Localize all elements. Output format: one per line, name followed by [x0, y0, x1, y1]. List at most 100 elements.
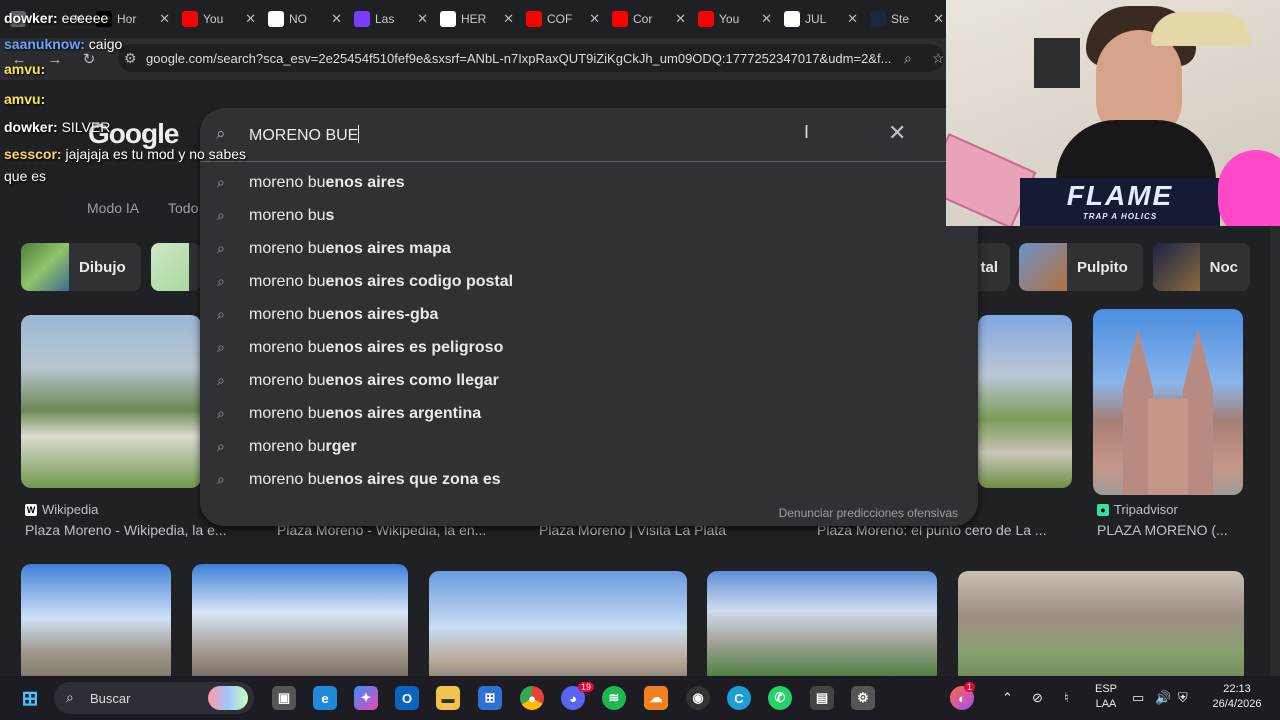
- security-icon[interactable]: ⛨: [1178, 690, 1188, 705]
- search-input[interactable]: MORENO BUE: [249, 125, 360, 145]
- chip-label: Pulpito: [1077, 258, 1128, 276]
- browser-tab[interactable]: Cor ✕: [606, 4, 692, 34]
- cloud-app-icon[interactable]: ☁: [644, 686, 668, 710]
- search-query-text: MORENO BUE: [249, 127, 359, 144]
- suggestion-item[interactable]: ⌕ moreno bu enos aires como llegar: [200, 364, 978, 397]
- chat-text: jajajaja es tu mod y no sabes: [65, 146, 247, 162]
- clock-time: 22:13: [1223, 683, 1251, 695]
- close-tab-icon[interactable]: ✕: [503, 11, 514, 27]
- close-tab-icon[interactable]: ✕: [417, 11, 428, 27]
- chat-text: caigo: [88, 36, 123, 52]
- spotify-icon[interactable]: ≋: [602, 686, 626, 710]
- result-image[interactable]: [958, 571, 1244, 684]
- close-tab-icon[interactable]: ✕: [933, 11, 944, 27]
- search-autocomplete-panel: ⌕ MORENO BUE I ✕ ⌕ moreno bu enos aires ⌕ mo…: [200, 108, 978, 526]
- browser-tab[interactable]: COF ✕: [520, 4, 606, 34]
- browser-tab[interactable]: HER ✕: [434, 4, 520, 34]
- browser-tab[interactable]: NO ✕: [262, 4, 348, 34]
- settings-icon[interactable]: ⚙: [851, 686, 875, 710]
- chat-username: amvu:: [4, 91, 46, 107]
- chip-noc[interactable]: Noc: [1153, 243, 1250, 291]
- outlook-icon[interactable]: O: [395, 686, 419, 710]
- clock[interactable]: 22:13 26/4/2026: [1205, 682, 1269, 712]
- close-tab-icon[interactable]: ✕: [761, 11, 772, 27]
- browser-tab[interactable]: Ste ✕: [864, 4, 950, 34]
- google-icon: [268, 11, 284, 27]
- result-image[interactable]: [192, 564, 408, 684]
- result-image[interactable]: [707, 571, 937, 684]
- tab-label: Las: [375, 12, 395, 26]
- chrome-icon[interactable]: ●: [520, 686, 544, 710]
- zoom-icon[interactable]: ⌕: [904, 50, 912, 67]
- windows-start-icon[interactable]: ⊞: [18, 686, 42, 710]
- close-tab-icon[interactable]: ✕: [589, 11, 600, 27]
- close-tab-icon[interactable]: ✕: [159, 11, 170, 27]
- result-image[interactable]: [1093, 309, 1243, 495]
- copilot-icon[interactable]: ✦: [354, 686, 378, 710]
- app-icon[interactable]: ▤: [810, 686, 834, 710]
- close-tab-icon[interactable]: ✕: [675, 11, 686, 27]
- wikipedia-icon: W: [25, 503, 37, 516]
- suggestion-item[interactable]: ⌕ moreno bu s: [200, 199, 978, 232]
- suggestion-item[interactable]: ⌕ moreno bu enos aires argentina: [200, 397, 978, 430]
- display-icon[interactable]: ▭: [1132, 690, 1144, 705]
- browser-tab[interactable]: You ✕: [176, 4, 262, 34]
- result-source[interactable]: W Wikipedia: [25, 502, 98, 517]
- browser-tab[interactable]: Las ✕: [348, 4, 434, 34]
- tab-label: HER: [461, 12, 487, 26]
- edge-icon[interactable]: e: [313, 686, 337, 710]
- chip-label: Dibujo: [79, 258, 126, 276]
- report-predictions-link[interactable]: Denunciar predicciones ofensivas: [779, 506, 958, 520]
- suggestion-item[interactable]: ⌕ moreno bu enos aires mapa: [200, 232, 978, 265]
- forward-icon[interactable]: →: [44, 51, 66, 68]
- suggestion-item[interactable]: ⌕ moreno bu enos aires que zona es: [200, 463, 978, 496]
- result-source[interactable]: ● Tripadvisor: [1097, 502, 1178, 517]
- result-caption[interactable]: PLAZA MORENO (...: [1097, 522, 1247, 538]
- obs-icon[interactable]: ◉: [686, 686, 710, 710]
- chat-username: saanuknow:: [4, 36, 85, 52]
- url-field[interactable]: ⚙ google.com/search?sca_esv=2e25454f510f…: [118, 44, 944, 72]
- tab-label: NO: [289, 12, 307, 26]
- bookmark-star-icon[interactable]: ☆: [932, 50, 944, 67]
- chip-pulpito[interactable]: Pulpito: [1019, 243, 1143, 291]
- close-tab-icon[interactable]: ✕: [847, 11, 858, 27]
- show-hidden-icons-icon[interactable]: ⌃: [1002, 690, 1013, 705]
- store-icon[interactable]: ⊞: [478, 686, 502, 710]
- filter-modo-ia[interactable]: Modo IA: [87, 200, 139, 216]
- result-image[interactable]: [21, 564, 171, 684]
- chip-dibujo[interactable]: Dibujo: [21, 243, 141, 291]
- chip-map[interactable]: [151, 243, 201, 291]
- suggestion-item[interactable]: ⌕ moreno bu enos aires-gba: [200, 298, 978, 331]
- taskbar-search[interactable]: ⌕ Buscar: [54, 682, 254, 714]
- browser-tab[interactable]: JUL ✕: [778, 4, 864, 34]
- close-tab-icon[interactable]: ✕: [331, 11, 342, 27]
- clear-search-icon[interactable]: ✕: [888, 120, 906, 146]
- suggestion-item[interactable]: ⌕ moreno bu enos aires es peligroso: [200, 331, 978, 364]
- task-view-icon[interactable]: ▣: [272, 686, 296, 710]
- whatsapp-icon[interactable]: ✆: [768, 686, 792, 710]
- file-explorer-icon[interactable]: ▬: [436, 686, 460, 710]
- chat-username: amvu:: [4, 61, 46, 77]
- reload-icon[interactable]: ↻: [78, 50, 100, 68]
- chat-text: que es: [4, 168, 47, 184]
- volume-icon[interactable]: 🔊: [1155, 690, 1171, 705]
- ccleaner-icon[interactable]: C: [727, 686, 751, 710]
- microphone-icon[interactable]: ♮: [1064, 690, 1069, 705]
- chat-username: dowker:: [4, 10, 58, 26]
- tab-label: JUL: [805, 12, 827, 26]
- network-icon[interactable]: ⊘: [1032, 690, 1043, 705]
- browser-tab[interactable]: You ✕: [692, 4, 778, 34]
- filter-todo[interactable]: Todo: [168, 200, 198, 216]
- search-box[interactable]: ⌕ MORENO BUE I ✕: [200, 108, 978, 162]
- result-image[interactable]: [21, 315, 201, 488]
- site-info-icon[interactable]: ⚙: [124, 50, 137, 67]
- suggestion-item[interactable]: ⌕ moreno bu enos aires codigo postal: [200, 265, 978, 298]
- search-icon: ⌕: [217, 207, 225, 223]
- suggestion-item[interactable]: ⌕ moreno bu enos aires: [200, 166, 978, 199]
- result-image[interactable]: [978, 315, 1072, 488]
- close-tab-icon[interactable]: ✕: [245, 11, 256, 27]
- suggestion-item[interactable]: ⌕ moreno bu rger: [200, 430, 978, 463]
- result-image[interactable]: [429, 571, 687, 684]
- language-indicator[interactable]: ESP LAA: [1094, 682, 1118, 712]
- chat-message: dowker: SILVER: [4, 119, 110, 135]
